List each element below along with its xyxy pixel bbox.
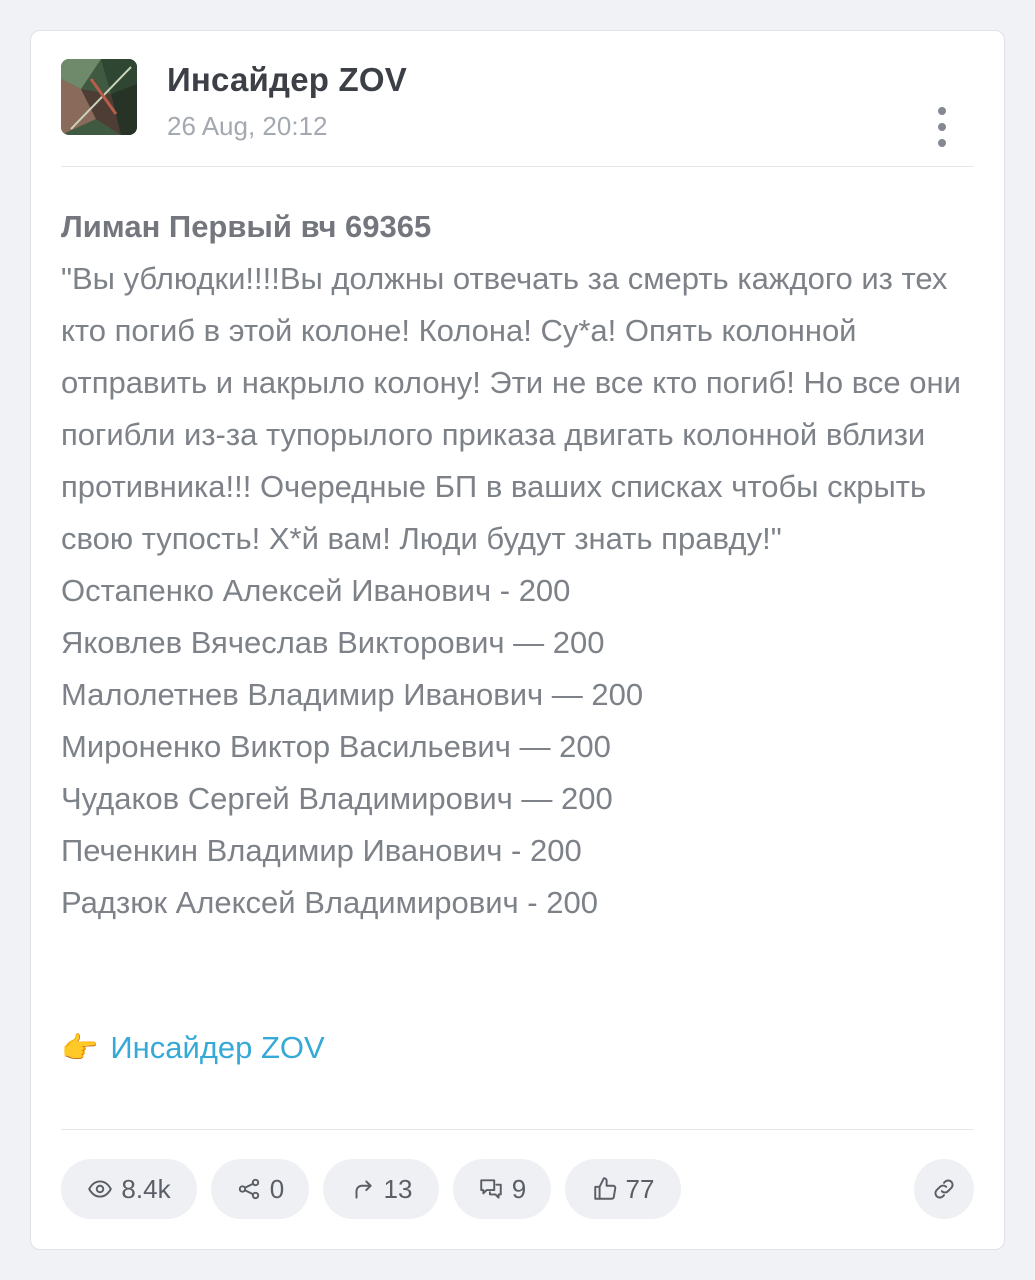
post-stats-bar: 8.4k 0 13 9 77 (61, 1159, 974, 1219)
views-count: 8.4k (121, 1173, 171, 1204)
comments-icon (480, 1179, 502, 1199)
post-card: Инсайдер ZOV 26 Aug, 20:12 Лиман Первый … (30, 30, 1005, 1250)
list-item: Печенкин Владимир Иванович - 200 (61, 833, 582, 868)
list-item: Радзюк Алексей Владимирович - 200 (61, 885, 598, 920)
post-quote: "Вы ублюдки!!!!Вы должны отвечать за сме… (61, 261, 961, 556)
shares-count: 0 (269, 1173, 285, 1204)
views-button[interactable]: 8.4k (61, 1159, 197, 1219)
comments-count: 9 (511, 1173, 527, 1204)
more-vertical-icon[interactable] (930, 107, 954, 147)
share-icon (238, 1178, 259, 1200)
post-body: Лиман Первый вч 69365 "Вы ублюдки!!!!Вы … (61, 201, 981, 929)
copy-link-button[interactable] (914, 1159, 974, 1219)
list-item: Малолетнев Владимир Иванович — 200 (61, 677, 644, 712)
list-item: Мироненко Виктор Васильевич — 200 (61, 729, 611, 764)
footer-divider (61, 1129, 974, 1130)
pointing-hand-icon: 👉 (61, 1031, 99, 1065)
post-date[interactable]: 26 Aug, 20:12 (167, 111, 327, 142)
channel-name[interactable]: Инсайдер ZOV (167, 61, 407, 99)
post-title: Лиман Первый вч 69365 (61, 209, 432, 244)
forward-arrow-icon (355, 1180, 372, 1199)
eye-icon (88, 1180, 113, 1198)
shares-button[interactable]: 0 (211, 1159, 309, 1219)
reactions-button[interactable]: 77 (565, 1159, 681, 1219)
link-icon (934, 1179, 954, 1199)
channel-avatar[interactable] (61, 59, 137, 135)
comments-button[interactable]: 9 (453, 1159, 551, 1219)
list-item: Остапенко Алексей Иванович - 200 (61, 573, 571, 608)
reactions-count: 77 (625, 1173, 655, 1204)
header-divider (61, 166, 974, 167)
forwards-count: 13 (383, 1173, 413, 1204)
forwards-button[interactable]: 13 (323, 1159, 439, 1219)
post-header: Инсайдер ZOV 26 Aug, 20:12 (61, 59, 974, 169)
thumbs-up-icon (593, 1177, 616, 1200)
list-item: Яковлев Вячеслав Викторович — 200 (61, 625, 605, 660)
channel-link[interactable]: Инсайдер ZOV (110, 1030, 324, 1066)
list-item: Чудаков Сергей Владимирович — 200 (61, 781, 613, 816)
channel-footer-link: 👉 Инсайдер ZOV (61, 1026, 325, 1070)
